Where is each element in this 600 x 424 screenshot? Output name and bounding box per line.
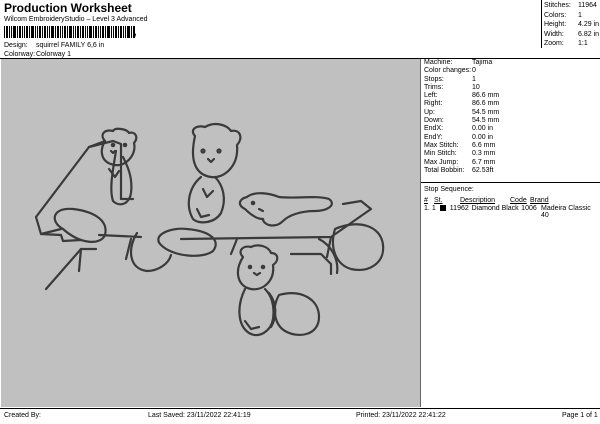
stitches-label: Stitches:	[544, 2, 571, 9]
software-subtitle: Wilcom EmbroideryStudio – Level 3 Advanc…	[4, 16, 148, 23]
prop-label: Max Stitch:	[424, 141, 459, 149]
created-by: Created By:	[4, 412, 41, 419]
colorway-value: Colorway 1	[36, 51, 72, 58]
prop-label: Machine:	[424, 59, 453, 66]
seq-col-brand: Brand	[530, 197, 549, 204]
stats-panel: Stitches: 11964 Colors: 1 Height: 4.29 in W…	[544, 2, 600, 50]
seq-col-stitches: St.	[434, 197, 443, 204]
last-saved: Last Saved: 23/11/2022 22:41:19	[148, 412, 251, 419]
seq-row-stop: 1	[431, 205, 436, 212]
prop-label: EndX:	[424, 125, 444, 133]
seq-row-description: Diamond Black	[471, 205, 519, 212]
stop-sequence-title: Stop Sequence:	[424, 186, 474, 193]
prop-value: 0.00 in	[472, 125, 494, 133]
colors-label: Colors:	[544, 11, 567, 19]
prop-label: Min Stitch:	[424, 150, 457, 158]
prop-value: 54.5 mm	[472, 117, 500, 125]
seq-col-num: #	[424, 197, 428, 204]
prop-label: Stops:	[424, 75, 444, 83]
barcode	[4, 26, 135, 38]
seq-row-stitches: 11962	[449, 205, 469, 212]
prop-label: Max Jump:	[424, 158, 459, 166]
width-label: Width:	[544, 30, 564, 38]
machine-properties: Machine: Tajima Color changes: 0 Stops: 1 T…	[424, 59, 499, 175]
prop-label: Total Bobbin:	[424, 166, 465, 174]
prop-value: 86.6 mm	[472, 100, 500, 108]
colorway-label: Colorway:	[4, 51, 36, 58]
prop-label: Up:	[424, 108, 435, 116]
seq-col-description: Description	[460, 197, 496, 204]
prop-value: 6.6 mm	[472, 141, 496, 149]
prop-value: 10	[472, 83, 480, 91]
colors-value: 1	[578, 11, 582, 19]
color-swatch	[439, 205, 446, 211]
prop-value: 6.7 mm	[472, 158, 496, 166]
prop-label: Right:	[424, 100, 443, 108]
squirrel-family-artwork	[34, 122, 385, 337]
footer-divider	[0, 408, 600, 409]
prop-value: 0	[472, 67, 476, 75]
zoom-label: Zoom:	[544, 40, 564, 47]
stitches-value: 11964	[578, 2, 597, 9]
zoom-value: 1:1	[578, 40, 588, 47]
worksheet-title: Production Worksheet	[4, 1, 132, 15]
prop-value: 62.53ft	[472, 166, 494, 174]
prop-value: 0.3 mm	[472, 150, 496, 158]
seq-col-code: Code	[510, 197, 527, 204]
design-value: squirrel FAMILY 6,6 in	[36, 42, 105, 49]
height-label: Height:	[544, 21, 567, 28]
prop-value: 86.6 mm	[472, 92, 500, 100]
props-divider	[421, 182, 600, 183]
prop-label: Trims:	[424, 83, 444, 91]
prop-label: EndY:	[424, 133, 443, 141]
prop-label: Down:	[424, 117, 444, 125]
prop-value: Tajima	[472, 59, 493, 66]
design-preview	[1, 59, 421, 407]
width-value: 6.82 in	[578, 30, 600, 38]
seq-row-brand: Madeira Classic 40	[541, 205, 591, 219]
design-label: Design:	[4, 42, 28, 49]
sequence-row: 1. 1 11962 Diamond Black 1006 Madeira Cl…	[424, 205, 600, 219]
prop-label: Left:	[424, 92, 438, 100]
stats-divider	[541, 0, 542, 48]
sequence-header: # St. Description Code Brand	[424, 197, 549, 204]
prop-label: Color changes:	[424, 67, 472, 75]
barcode-suffix: ,	[134, 27, 137, 37]
printed-date: Printed: 23/11/2022 22:41:22	[356, 412, 446, 419]
seq-row-code: 1006	[521, 205, 537, 212]
height-value: 4.29 in	[578, 21, 600, 28]
seq-row-number: 1.	[424, 205, 430, 212]
page-number: Page 1 of 1	[562, 412, 598, 419]
prop-value: 1	[472, 75, 476, 83]
prop-value: 54.5 mm	[472, 108, 500, 116]
prop-value: 0.00 in	[472, 133, 494, 141]
